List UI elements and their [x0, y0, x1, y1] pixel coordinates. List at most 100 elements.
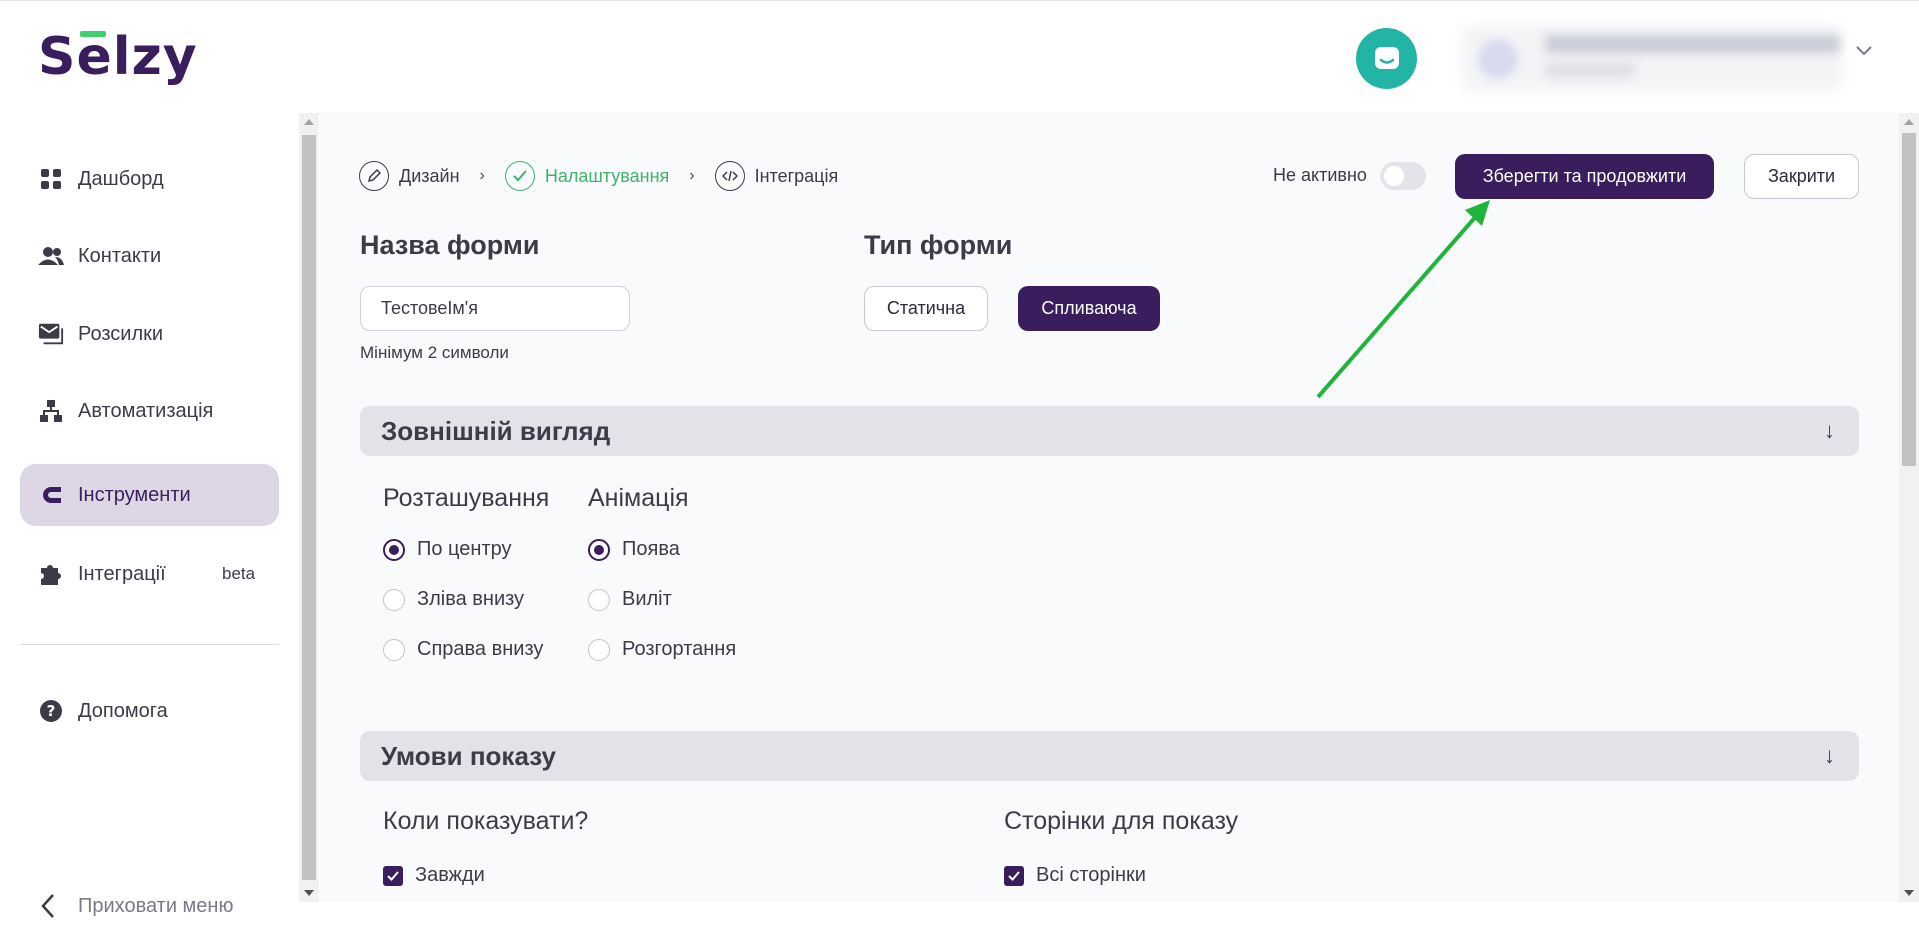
- step-label: Дизайн: [399, 165, 460, 186]
- radio-label: Зліва внизу: [417, 588, 525, 610]
- sidebar: Дашборд Контакти Розсилки Автоматизація …: [0, 110, 298, 918]
- radio-label: Поява: [622, 538, 680, 560]
- checkbox-checked-icon[interactable]: [1004, 865, 1024, 886]
- scrollbar-thumb[interactable]: [302, 135, 316, 880]
- step-settings[interactable]: Налаштування: [504, 161, 670, 191]
- user-email-blurred: [1545, 35, 1840, 53]
- scroll-up-arrow-icon[interactable]: [304, 119, 314, 125]
- svg-text:?: ?: [47, 702, 56, 720]
- radio-label: Розгортання: [622, 638, 737, 660]
- selzy-logo[interactable]: Selzy: [38, 27, 198, 87]
- appearance-section-header[interactable]: Зовнішній вигляд ↓: [360, 406, 1859, 456]
- step-design[interactable]: Дизайн: [359, 161, 460, 191]
- form-type-popup-button[interactable]: Спливаюча: [1018, 286, 1160, 331]
- form-name-hint: Мінімум 2 символи: [360, 343, 509, 362]
- radio-button[interactable]: [383, 638, 405, 661]
- status-toggle-label: Не активно: [1273, 165, 1367, 185]
- pages-title: Сторінки для показу: [1004, 807, 1239, 835]
- section-title: Зовнішній вигляд: [381, 415, 611, 446]
- chat-button[interactable]: [1356, 28, 1417, 89]
- close-button[interactable]: Закрити: [1744, 154, 1859, 199]
- toggle-knob: [1384, 166, 1404, 186]
- logo-accent-bar: [80, 31, 106, 37]
- check-icon: [504, 161, 535, 191]
- radio-button[interactable]: [383, 538, 405, 561]
- animation-radio-appear[interactable]: Поява: [588, 538, 680, 561]
- checkbox-label: Завжди: [415, 864, 485, 886]
- sidebar-item-mailings[interactable]: Розсилки: [20, 303, 279, 365]
- hide-menu-button[interactable]: Приховати меню: [20, 886, 233, 926]
- scroll-up-arrow-icon[interactable]: [1904, 119, 1914, 125]
- top-header: Selzy: [0, 0, 1919, 110]
- sidebar-item-integrations[interactable]: Інтеграції beta: [20, 543, 279, 605]
- sidebar-item-label: Інструменти: [78, 483, 191, 506]
- animation-radio-expand[interactable]: Розгортання: [588, 638, 736, 661]
- arrow-down-icon: ↓: [1824, 418, 1835, 443]
- section-title: Умови показу: [381, 740, 556, 771]
- sidebar-item-label: Автоматизація: [78, 399, 214, 422]
- position-radio-center[interactable]: По центру: [383, 538, 512, 561]
- scroll-down-arrow-icon[interactable]: [304, 890, 314, 896]
- main-content: [320, 113, 1899, 902]
- sidebar-item-automation[interactable]: Автоматизація: [20, 380, 279, 442]
- radio-label: По центру: [417, 538, 512, 560]
- people-icon: [38, 243, 64, 269]
- form-type-static-button[interactable]: Статична: [864, 286, 988, 331]
- dashboard-grid-icon: [38, 166, 64, 192]
- scrollbar-thumb[interactable]: [1902, 133, 1916, 466]
- sidebar-item-label: Розсилки: [78, 322, 164, 345]
- main-scrollbar[interactable]: [1899, 113, 1919, 902]
- form-name-input[interactable]: ТестовеІм'я: [360, 286, 630, 331]
- hide-menu-label: Приховати меню: [78, 894, 234, 917]
- save-and-continue-button[interactable]: Зберегти та продовжити: [1455, 154, 1714, 199]
- sidebar-item-contacts[interactable]: Контакти: [20, 225, 279, 287]
- position-title: Розташування: [383, 484, 550, 512]
- position-radio-bottom-left[interactable]: Зліва внизу: [383, 588, 524, 611]
- animation-radio-fly-in[interactable]: Виліт: [588, 588, 672, 611]
- sidebar-item-tools[interactable]: Інструменти: [20, 464, 279, 526]
- when-to-show-title: Коли показувати?: [383, 807, 589, 835]
- form-type-title: Тип форми: [864, 230, 1013, 260]
- beta-badge: beta: [222, 564, 256, 583]
- radio-label: Справа внизу: [417, 638, 544, 660]
- radio-button[interactable]: [588, 588, 610, 611]
- checkbox-checked-icon[interactable]: [383, 865, 403, 886]
- magnet-icon: [38, 482, 64, 508]
- mail-stack-icon: [38, 321, 64, 347]
- code-icon: [714, 161, 745, 191]
- form-name-title: Назва форми: [360, 230, 540, 260]
- pencil-icon: [359, 161, 389, 191]
- sidebar-divider: [20, 644, 279, 645]
- always-checkbox[interactable]: Завжди: [383, 864, 485, 887]
- status-toggle[interactable]: [1380, 162, 1426, 190]
- step-integration[interactable]: Інтеграція: [714, 161, 839, 191]
- sidebar-scrollbar[interactable]: [299, 113, 319, 902]
- sidebar-item-label: Контакти: [78, 244, 162, 267]
- position-radio-bottom-right[interactable]: Справа внизу: [383, 638, 543, 661]
- radio-label: Виліт: [622, 588, 672, 610]
- chevron-right-icon: ›: [689, 167, 695, 184]
- radio-button[interactable]: [588, 538, 610, 561]
- help-circle-icon: ?: [38, 698, 64, 724]
- sidebar-item-label: Інтеграції: [78, 562, 166, 585]
- user-plan-blurred: [1545, 63, 1635, 77]
- sidebar-item-help[interactable]: ? Допомога: [20, 680, 279, 742]
- chevron-down-icon[interactable]: [1855, 45, 1873, 57]
- chevron-right-icon: ›: [479, 167, 485, 184]
- puzzle-icon: [38, 561, 64, 587]
- arrow-down-icon: ↓: [1824, 743, 1835, 768]
- sidebar-item-label: Допомога: [78, 699, 168, 722]
- display-conditions-section-header[interactable]: Умови показу ↓: [360, 731, 1859, 781]
- animation-title: Анімація: [588, 484, 689, 512]
- step-label: Налаштування: [544, 165, 670, 186]
- avatar: [1478, 39, 1518, 79]
- sidebar-item-dashboard[interactable]: Дашборд: [20, 148, 279, 210]
- step-label: Інтеграція: [754, 165, 839, 186]
- sitemap-icon: [38, 398, 64, 424]
- breadcrumb: Дизайн › Налаштування › Інтеграція: [359, 160, 838, 192]
- checkbox-label: Всі сторінки: [1036, 864, 1146, 886]
- radio-button[interactable]: [383, 588, 405, 611]
- all-pages-checkbox[interactable]: Всі сторінки: [1004, 864, 1146, 887]
- scroll-down-arrow-icon[interactable]: [1904, 890, 1914, 896]
- radio-button[interactable]: [588, 638, 610, 661]
